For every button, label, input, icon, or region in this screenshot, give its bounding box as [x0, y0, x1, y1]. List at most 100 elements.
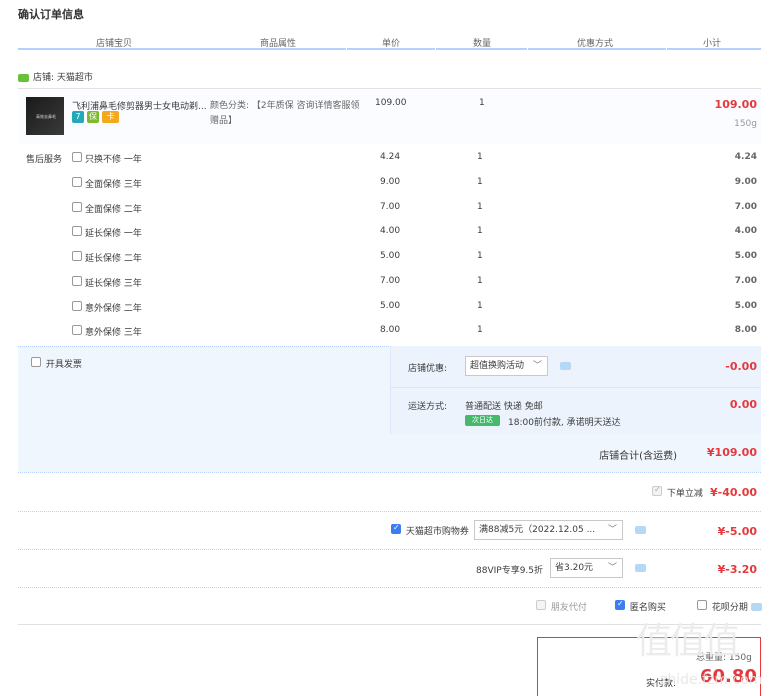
shop-name[interactable]: 店铺: 天猫超市	[18, 70, 93, 83]
watermark: 值值值	[636, 621, 740, 662]
chevron-down-icon: ﹀	[532, 361, 542, 371]
seven-day-return-icon[interactable]: 7	[72, 111, 84, 123]
service-option-toggle[interactable]: 意外保修 三年	[72, 325, 142, 338]
service-option-label: 意外保修 二年	[85, 304, 142, 314]
header-sep	[666, 40, 667, 50]
watermark-url: zhide.fzm.com	[660, 672, 763, 688]
service-option-toggle[interactable]: 只换不修 一年	[72, 152, 142, 165]
huabei-checkbox[interactable]	[697, 600, 707, 610]
shop-total-divider	[18, 472, 761, 473]
info-bubble-icon[interactable]	[751, 603, 762, 611]
card-icon[interactable]: 卡	[102, 111, 119, 123]
service-option-price: 7.00	[380, 276, 401, 286]
item-subtotal: 109.00	[714, 98, 757, 111]
order-discount-amount: ¥-40.00	[709, 486, 757, 499]
service-option-price: 7.00	[380, 202, 401, 212]
service-option-checkbox[interactable]	[72, 251, 82, 261]
service-option-qty: 1	[477, 152, 483, 162]
service-option-qty: 1	[477, 276, 483, 286]
service-option-checkbox[interactable]	[72, 177, 82, 187]
service-option-checkbox[interactable]	[72, 226, 82, 236]
order-discount-label: 下单立减	[666, 489, 703, 499]
service-option-label: 全面保修 二年	[85, 205, 142, 215]
service-label: 售后服务	[26, 155, 63, 165]
service-option-label: 只换不修 一年	[85, 155, 142, 165]
service-option-checkbox[interactable]	[72, 325, 82, 335]
service-option-subtotal: 9.00	[734, 177, 757, 187]
service-option-checkbox[interactable]	[72, 152, 82, 162]
friend-pay-checkbox	[536, 600, 546, 610]
coupon-checkbox[interactable]	[391, 524, 401, 534]
item-weight: 150g	[734, 119, 757, 129]
guarantee-icon[interactable]: 保	[87, 111, 99, 123]
info-bubble-icon[interactable]	[635, 526, 646, 534]
service-option-toggle[interactable]: 延长保修 三年	[72, 276, 142, 289]
shipping-amount: 0.00	[729, 398, 757, 411]
chevron-down-icon: ﹀	[607, 525, 617, 535]
coupon-label: 天猫超市购物券	[405, 527, 469, 537]
divider	[18, 587, 761, 588]
invoice-checkbox[interactable]	[31, 357, 41, 367]
service-option-label: 延长保修 一年	[85, 229, 142, 239]
vip-label: 88VIP专享9.5折	[476, 566, 544, 576]
shop-total-amount: ¥109.00	[706, 446, 757, 459]
coupon-amount: ¥-5.00	[717, 525, 757, 538]
order-discount-option: 下单立减	[652, 486, 703, 499]
service-option-subtotal: 4.24	[734, 152, 757, 162]
header-sep	[346, 40, 347, 50]
header-divider	[18, 48, 761, 50]
service-option-toggle[interactable]: 全面保修 三年	[72, 177, 142, 190]
service-option-toggle[interactable]: 延长保修 二年	[72, 251, 142, 264]
service-option-subtotal: 5.00	[734, 301, 757, 311]
info-bubble-icon[interactable]	[560, 362, 571, 370]
item-price: 109.00	[375, 98, 407, 108]
header-sep	[435, 40, 436, 50]
chevron-down-icon: ﹀	[607, 563, 617, 573]
service-option-price: 5.00	[380, 301, 401, 311]
service-option-subtotal: 7.00	[734, 276, 757, 286]
invoice-option[interactable]: 开具发票	[31, 357, 82, 370]
service-option-toggle[interactable]: 延长保修 一年	[72, 226, 142, 239]
divider	[18, 511, 761, 512]
shop-icon	[18, 73, 29, 82]
service-option-toggle[interactable]: 意外保修 二年	[72, 301, 142, 314]
vip-select[interactable]: 省3.20元 ﹀	[550, 558, 623, 578]
shipping-note: 18:00前付款, 承诺明天送达	[508, 418, 621, 428]
service-option-price: 4.00	[380, 226, 401, 236]
service-option-checkbox[interactable]	[72, 301, 82, 311]
service-option-qty: 1	[477, 226, 483, 236]
service-option-subtotal: 4.00	[734, 226, 757, 236]
options-divider	[390, 387, 761, 388]
service-option-checkbox[interactable]	[72, 202, 82, 212]
friend-pay-option: 朋友代付	[536, 600, 587, 613]
page-title: 确认订单信息	[18, 8, 84, 21]
coupon-value: 满88减5元（2022.12.05 ...	[479, 525, 596, 535]
invoice-label: 开具发票	[45, 360, 82, 370]
header-sep	[527, 40, 528, 50]
service-option-subtotal: 8.00	[734, 325, 757, 335]
vip-amount: ¥-3.20	[717, 563, 757, 576]
friend-pay-label: 朋友代付	[550, 603, 587, 613]
shipping-label: 运送方式:	[408, 402, 448, 412]
next-day-badge: 次日达	[465, 415, 500, 426]
shop-discount-amount: -0.00	[725, 360, 757, 373]
info-bubble-icon[interactable]	[635, 564, 646, 572]
shop-total-label: 店铺合计(含运费)	[599, 451, 677, 462]
service-option-checkbox[interactable]	[72, 276, 82, 286]
anonymous-checkbox[interactable]	[615, 600, 625, 610]
service-option-subtotal: 7.00	[734, 202, 757, 212]
vip-value: 省3.20元	[555, 563, 594, 573]
service-option-price: 5.00	[380, 251, 401, 261]
shop-discount-select[interactable]: 超值换购活动 ﹀	[465, 356, 548, 376]
shop-label: 店铺: 天猫超市	[33, 73, 93, 83]
service-option-toggle[interactable]: 全面保修 二年	[72, 202, 142, 215]
coupon-select[interactable]: 满88减5元（2022.12.05 ... ﹀	[474, 520, 623, 540]
service-option-label: 全面保修 三年	[85, 180, 142, 190]
product-attrs: 颜色分类: 【2年质保 咨询详情客服领赠品】	[210, 101, 360, 126]
service-option-qty: 1	[477, 251, 483, 261]
service-option-price: 8.00	[380, 325, 401, 335]
order-discount-checkbox	[652, 486, 662, 496]
shop-discount-value: 超值换购活动	[470, 361, 525, 371]
coupon-option[interactable]: 天猫超市购物券	[391, 524, 469, 537]
shop-discount-label: 店铺优惠:	[408, 364, 448, 374]
